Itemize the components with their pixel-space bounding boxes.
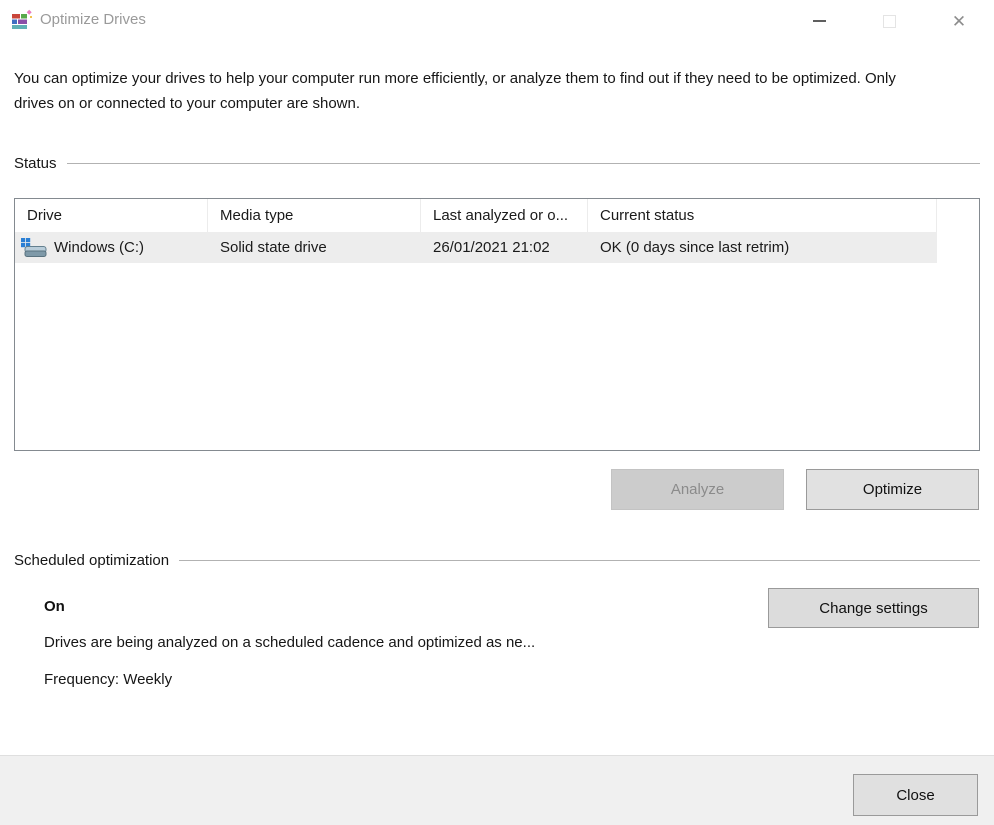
status-section-header: Status <box>14 155 980 172</box>
defrag-app-icon <box>10 8 34 32</box>
close-button[interactable]: Close <box>853 774 978 816</box>
schedule-description: Drives are being analyzed on a scheduled… <box>44 634 535 651</box>
cell-media-type: Solid state drive <box>208 232 421 263</box>
intro-description: You can optimize your drives to help you… <box>14 66 918 116</box>
cell-last-analyzed: 26/01/2021 21:02 <box>421 232 588 263</box>
drives-table-header: Drive Media type Last analyzed or o... C… <box>15 199 979 232</box>
window-title: Optimize Drives <box>40 11 146 28</box>
close-icon: ✕ <box>952 13 966 30</box>
maximize-icon <box>883 15 896 28</box>
optimize-drives-window: Optimize Drives ✕ You can optimize your … <box>0 0 994 825</box>
maximize-button[interactable] <box>854 0 924 42</box>
window-controls: ✕ <box>784 0 994 42</box>
schedule-state: On <box>44 598 65 615</box>
column-header-last-analyzed[interactable]: Last analyzed or o... <box>421 199 588 232</box>
minimize-icon <box>813 20 826 22</box>
table-row-windows-c[interactable]: Windows (C:) Solid state drive 26/01/202… <box>15 232 979 263</box>
status-divider <box>67 163 980 164</box>
column-header-filler <box>937 199 979 232</box>
cell-current-status: OK (0 days since last retrim) <box>588 232 937 263</box>
status-heading: Status <box>14 155 57 172</box>
scheduled-optimization-divider <box>179 560 980 561</box>
minimize-button[interactable] <box>784 0 854 42</box>
optimize-button[interactable]: Optimize <box>806 469 979 510</box>
schedule-frequency: Frequency: Weekly <box>44 671 172 688</box>
analyze-button[interactable]: Analyze <box>611 469 784 510</box>
close-window-button[interactable]: ✕ <box>924 0 994 42</box>
dialog-footer: Close <box>0 755 994 825</box>
hard-drive-icon <box>21 238 47 258</box>
cell-drive: Windows (C:) <box>15 232 208 263</box>
drives-listview: Drive Media type Last analyzed or o... C… <box>14 198 980 451</box>
cell-filler <box>937 232 979 263</box>
column-header-media-type[interactable]: Media type <box>208 199 421 232</box>
column-header-drive[interactable]: Drive <box>15 199 208 232</box>
column-header-current-status[interactable]: Current status <box>588 199 937 232</box>
scheduled-optimization-header: Scheduled optimization <box>14 552 980 569</box>
drive-name: Windows (C:) <box>54 239 144 256</box>
change-settings-button[interactable]: Change settings <box>768 588 979 628</box>
scheduled-optimization-heading: Scheduled optimization <box>14 552 169 569</box>
titlebar: Optimize Drives ✕ <box>0 0 994 42</box>
